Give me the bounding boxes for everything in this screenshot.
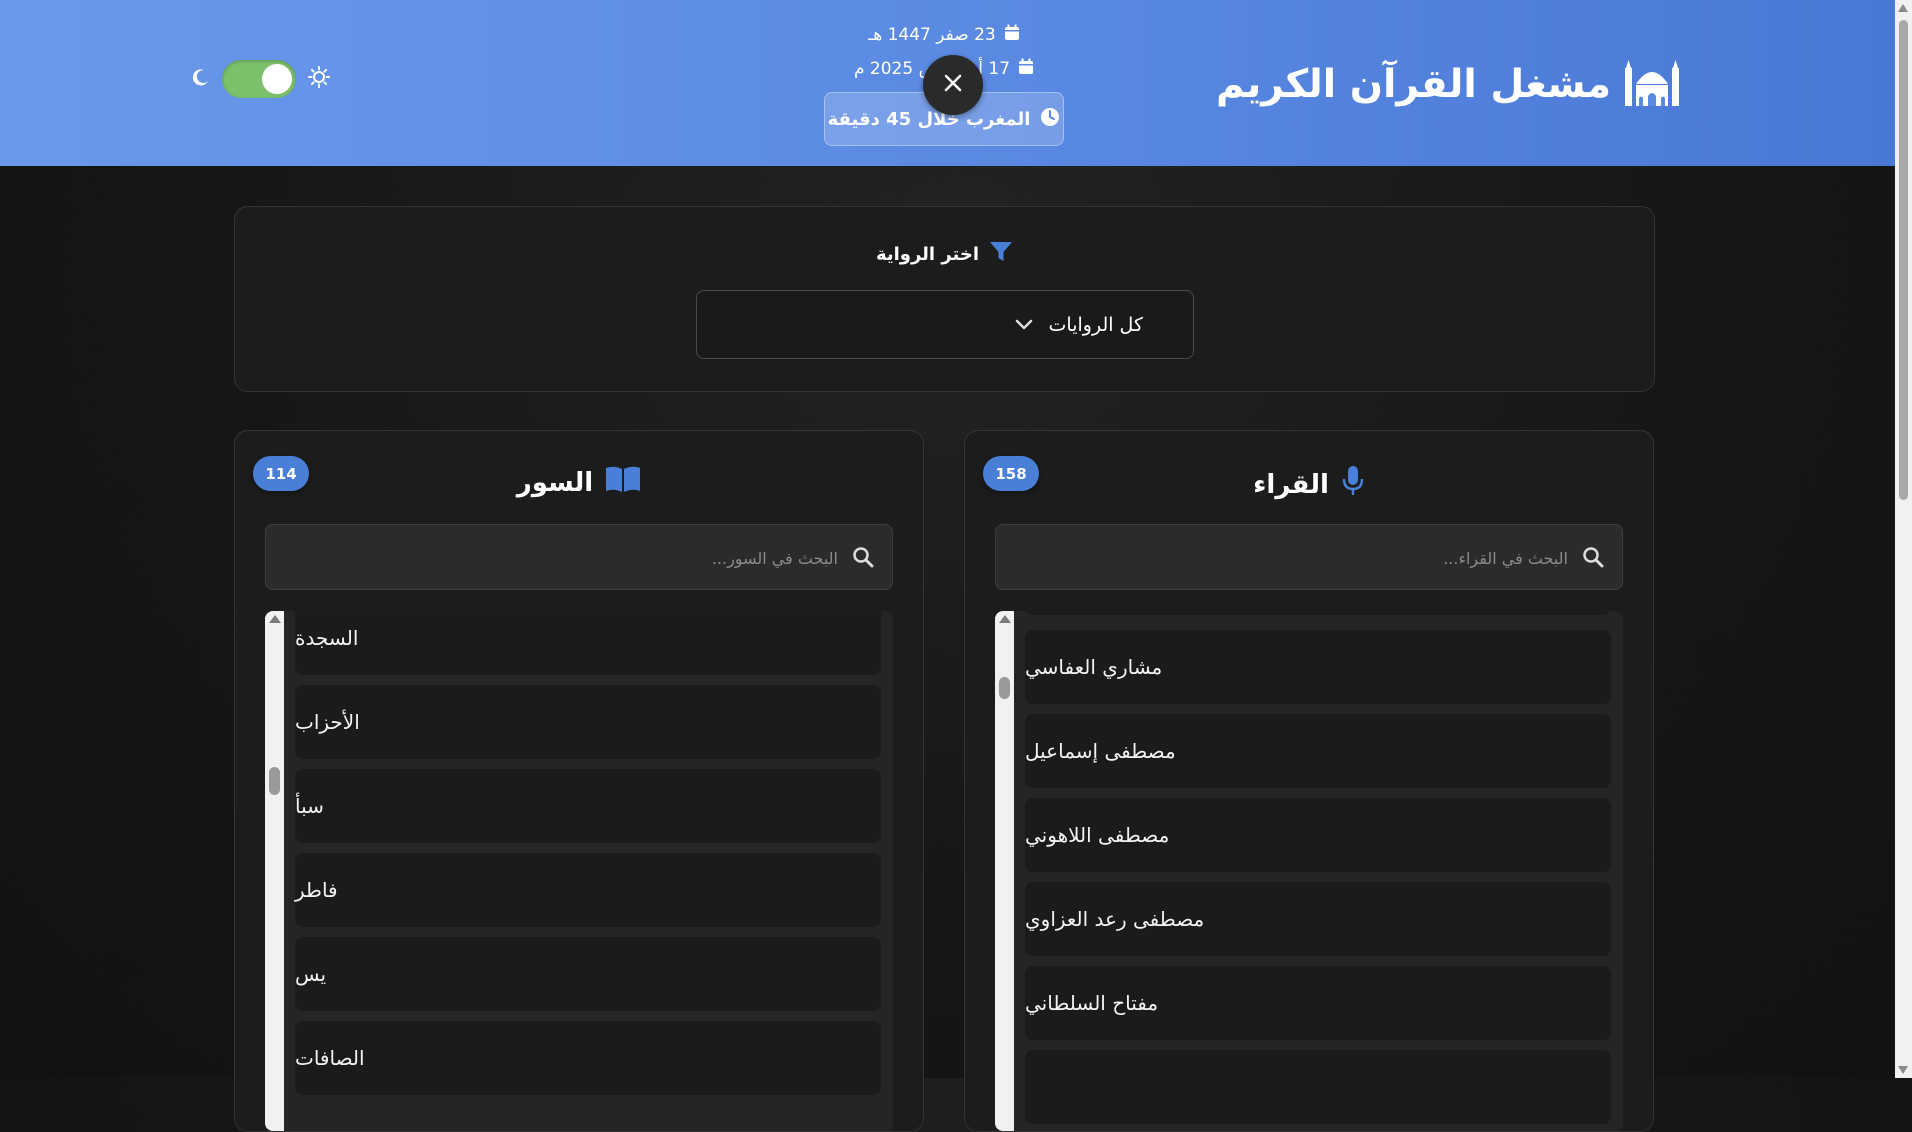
theme-switcher (192, 60, 330, 98)
reciters-panel: 158 القراء مشاري العفاسي مصطفى إسماعيل م… (964, 430, 1654, 1132)
app-title: مشغل القرآن الكريم (1216, 61, 1611, 107)
calendar-icon (1004, 24, 1020, 46)
reciter-item-partial[interactable] (1025, 1050, 1611, 1124)
clock-icon (1040, 107, 1060, 132)
close-icon (943, 73, 963, 97)
app-header: مشغل القرآن الكريم 23 صفر 1447 هـ 17 أغس… (0, 0, 1895, 166)
filter-icon (989, 241, 1013, 268)
surahs-title: السور (516, 467, 594, 498)
reciter-item[interactable]: مصطفى رعد العزاوي (1025, 882, 1611, 956)
surahs-panel-title: السور (235, 465, 923, 500)
surah-item[interactable]: يس (295, 937, 881, 1011)
mosque-icon (1625, 58, 1679, 110)
close-button[interactable] (923, 55, 983, 115)
theme-toggle[interactable] (222, 60, 296, 98)
scrollbar-thumb[interactable] (269, 767, 280, 795)
scroll-down-arrow-icon[interactable] (1898, 1066, 1908, 1074)
riwaya-filter-text: اختر الرواية (875, 244, 980, 265)
riwaya-selected-value: كل الروايات (1048, 313, 1143, 336)
riwaya-filter-label: اختر الرواية (235, 241, 1654, 268)
reciter-list-scrollbar[interactable] (995, 611, 1014, 1131)
surah-list: السجدة الأحزاب سبأ فاطر يس الصافات (265, 611, 893, 1131)
reciter-item[interactable]: مصطفى إسماعيل (1025, 714, 1611, 788)
surah-list-scrollbar[interactable] (265, 611, 284, 1131)
book-open-icon (605, 465, 641, 500)
surah-search-input[interactable] (316, 525, 840, 591)
search-icon (1582, 546, 1604, 572)
reciters-panel-title: القراء (965, 465, 1653, 504)
surah-search (265, 524, 893, 591)
reciter-item[interactable]: مصطفى اللاهوني (1025, 798, 1611, 872)
chevron-down-icon (1015, 314, 1033, 336)
page-scrollbar[interactable] (1895, 0, 1912, 1078)
reciter-item[interactable]: مشاري العفاسي (1025, 630, 1611, 704)
surah-item[interactable]: السجدة (295, 611, 881, 675)
scroll-up-arrow-icon[interactable] (1898, 4, 1908, 12)
reciter-item-partial[interactable] (1025, 611, 1611, 615)
surah-item[interactable]: الأحزاب (295, 685, 881, 759)
search-icon (852, 546, 874, 572)
riwaya-filter-card: اختر الرواية كل الروايات (234, 206, 1655, 392)
surah-item[interactable]: سبأ (295, 769, 881, 843)
reciters-title: القراء (1253, 469, 1329, 500)
reciter-item[interactable]: مفتاح السلطاني (1025, 966, 1611, 1040)
scroll-up-arrow-icon[interactable] (999, 615, 1011, 623)
brand: مشغل القرآن الكريم (1216, 58, 1679, 110)
calendar-icon (1018, 58, 1034, 80)
surah-item[interactable]: فاطر (295, 853, 881, 927)
scroll-up-arrow-icon[interactable] (269, 615, 281, 623)
surahs-panel: 114 السور السجدة الأحزاب سبأ فاطر يس الص… (234, 430, 924, 1132)
surah-item[interactable]: الصافات (295, 1021, 881, 1095)
microphone-icon (1341, 465, 1365, 504)
sun-icon (308, 66, 330, 92)
riwaya-select[interactable]: كل الروايات (696, 290, 1194, 359)
reciter-search-input[interactable] (1046, 525, 1570, 591)
hijri-date: 23 صفر 1447 هـ (868, 25, 996, 45)
page-scrollbar-thumb[interactable] (1899, 20, 1908, 500)
hijri-date-line: 23 صفر 1447 هـ (824, 18, 1064, 52)
reciter-list: مشاري العفاسي مصطفى إسماعيل مصطفى اللاهو… (995, 611, 1623, 1131)
toggle-knob (262, 64, 292, 94)
moon-icon (192, 68, 210, 90)
reciter-search (995, 524, 1623, 591)
next-prayer-text: المغرب خلال 45 دقيقة (827, 108, 1031, 130)
scrollbar-thumb[interactable] (999, 677, 1010, 699)
